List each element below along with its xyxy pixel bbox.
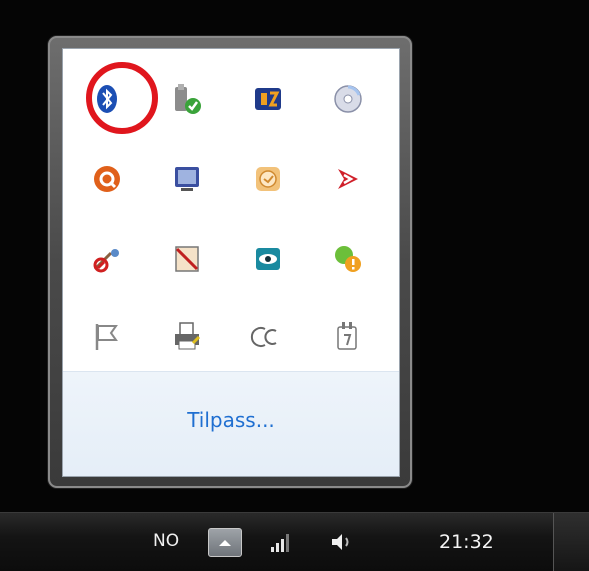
bluetooth-icon[interactable] xyxy=(87,79,127,119)
power-plug-icon[interactable] xyxy=(328,317,368,357)
chevron-up-icon xyxy=(219,539,231,546)
no-device-icon[interactable] xyxy=(167,239,207,279)
clock-app-icon[interactable] xyxy=(248,159,288,199)
warning-app-icon[interactable] xyxy=(328,239,368,279)
show-desktop-button[interactable] xyxy=(553,513,589,571)
taskbar: NO 21:32 xyxy=(0,512,589,571)
screen: Tilpass... NO 21:32 xyxy=(0,0,589,571)
notification-area-flyout: Tilpass... xyxy=(48,36,412,488)
clock[interactable]: 21:32 xyxy=(439,531,494,553)
cd-drive-icon[interactable] xyxy=(328,79,368,119)
safely-remove-hardware-icon[interactable] xyxy=(167,79,207,119)
flyout-footer: Tilpass... xyxy=(63,371,399,476)
tray-icon-grid xyxy=(63,49,399,369)
action-center-flag-icon[interactable] xyxy=(87,317,127,357)
flyout-panel: Tilpass... xyxy=(62,48,400,477)
volume-icon[interactable] xyxy=(328,530,354,554)
media-app-icon[interactable] xyxy=(248,79,288,119)
show-hidden-icons-button[interactable] xyxy=(208,528,242,557)
red-arrow-icon[interactable] xyxy=(328,159,368,199)
cc-icon[interactable] xyxy=(248,317,288,357)
network-disabled-icon[interactable] xyxy=(87,239,127,279)
eye-app-icon[interactable] xyxy=(248,239,288,279)
display-icon[interactable] xyxy=(167,159,207,199)
language-indicator[interactable]: NO xyxy=(153,531,179,551)
orange-app-icon[interactable] xyxy=(87,159,127,199)
network-signal-icon[interactable] xyxy=(268,530,294,554)
printer-icon[interactable] xyxy=(167,317,207,357)
customize-link[interactable]: Tilpass... xyxy=(63,408,399,432)
